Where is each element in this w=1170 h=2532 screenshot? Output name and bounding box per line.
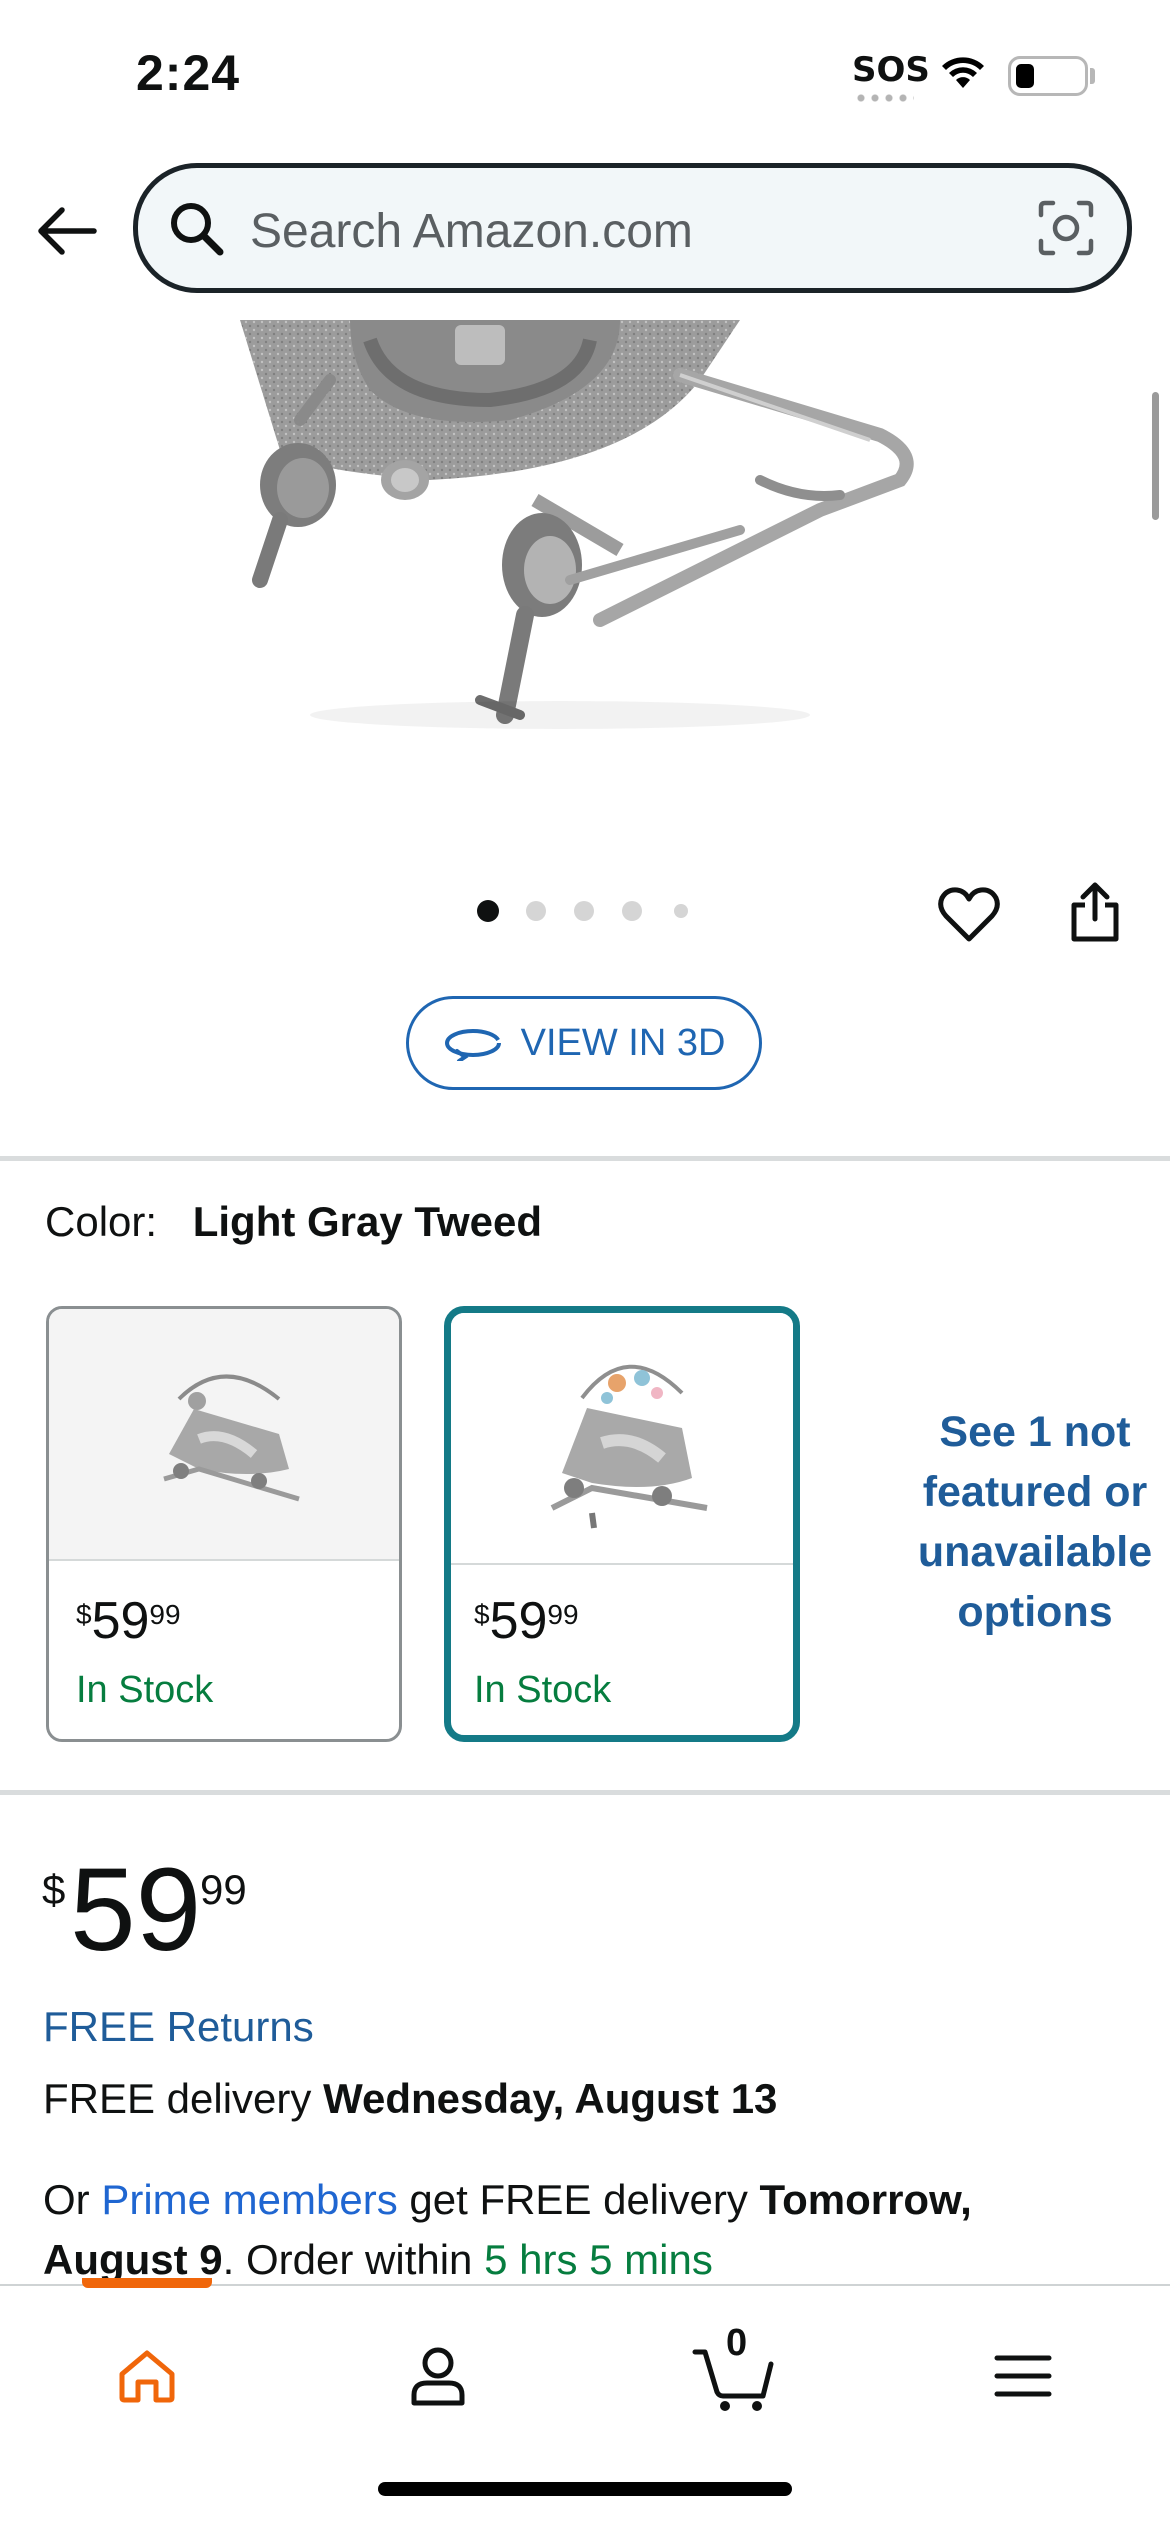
camera-search-icon[interactable] (1037, 199, 1095, 257)
color-selector-heading: Color: Light Gray Tweed (45, 1198, 542, 1246)
see-unavailable-options-link[interactable]: See 1 not featured or unavailable option… (880, 1402, 1170, 1642)
cart-count-badge: 0 (726, 2322, 748, 2364)
back-button[interactable] (32, 196, 102, 266)
nav-menu[interactable] (968, 2326, 1078, 2426)
section-divider (0, 1156, 1170, 1161)
nav-cart[interactable]: 0 (678, 2322, 790, 2426)
delivery-info: FREE delivery Wednesday, August 13 (43, 2075, 778, 2122)
order-countdown: 5 hrs 5 mins (484, 2236, 713, 2283)
color-option-1[interactable]: $5999 In Stock (46, 1306, 402, 1742)
view-in-3d-label: VIEW IN 3D (520, 1021, 726, 1064)
status-time: 2:24 (136, 45, 241, 101)
back-arrow-icon (38, 207, 97, 255)
menu-icon (994, 2355, 1052, 2397)
product-image[interactable] (180, 320, 940, 740)
nav-account[interactable] (383, 2326, 493, 2426)
rotate-3d-icon (444, 1029, 501, 1061)
color-option-stock: In Stock (76, 1669, 214, 1711)
carousel-dot[interactable] (526, 901, 546, 921)
sos-indicator: SOS (852, 50, 930, 90)
prime-delivery-info: Or Prime members get FREE delivery Tomor… (43, 2176, 972, 2283)
home-indicator[interactable] (378, 2482, 792, 2496)
free-returns-link[interactable]: FREE Returns (43, 2003, 314, 2051)
carousel-dot[interactable] (674, 904, 688, 918)
prime-members-link[interactable]: Prime members (101, 2176, 397, 2223)
page-scroll-indicator[interactable] (1152, 392, 1159, 520)
color-option-image (49, 1309, 399, 1561)
color-option-price: $5999 (76, 1592, 181, 1650)
account-icon (411, 2347, 465, 2406)
color-option-stock: In Stock (474, 1669, 612, 1711)
carousel-dot-active[interactable] (477, 900, 499, 922)
signal-dots-icon (854, 94, 914, 102)
active-tab-indicator (82, 2278, 212, 2288)
share-icon (1071, 882, 1119, 942)
home-icon (119, 2350, 175, 2403)
heart-icon (938, 887, 1000, 942)
color-selected-value: Light Gray Tweed (192, 1198, 542, 1245)
add-to-list-button[interactable] (934, 880, 1004, 950)
view-in-3d-button[interactable]: VIEW IN 3D (406, 996, 762, 1090)
share-button[interactable] (1060, 874, 1130, 950)
carousel-dot[interactable] (574, 901, 594, 921)
carousel-dot[interactable] (622, 901, 642, 921)
status-bar: 2:24 SOS (0, 0, 1170, 150)
color-option-price: $5999 (474, 1592, 579, 1650)
search-placeholder: Search Amazon.com (250, 205, 693, 258)
section-divider (0, 1790, 1170, 1795)
color-label: Color: (45, 1198, 158, 1245)
battery-icon (1008, 56, 1088, 96)
nav-home[interactable] (92, 2326, 202, 2426)
search-input[interactable]: Search Amazon.com (133, 163, 1132, 293)
color-option-image (451, 1313, 793, 1565)
color-option-2-selected[interactable]: $5999 In Stock (444, 1306, 800, 1742)
search-icon (171, 203, 224, 256)
wifi-icon (942, 57, 984, 88)
